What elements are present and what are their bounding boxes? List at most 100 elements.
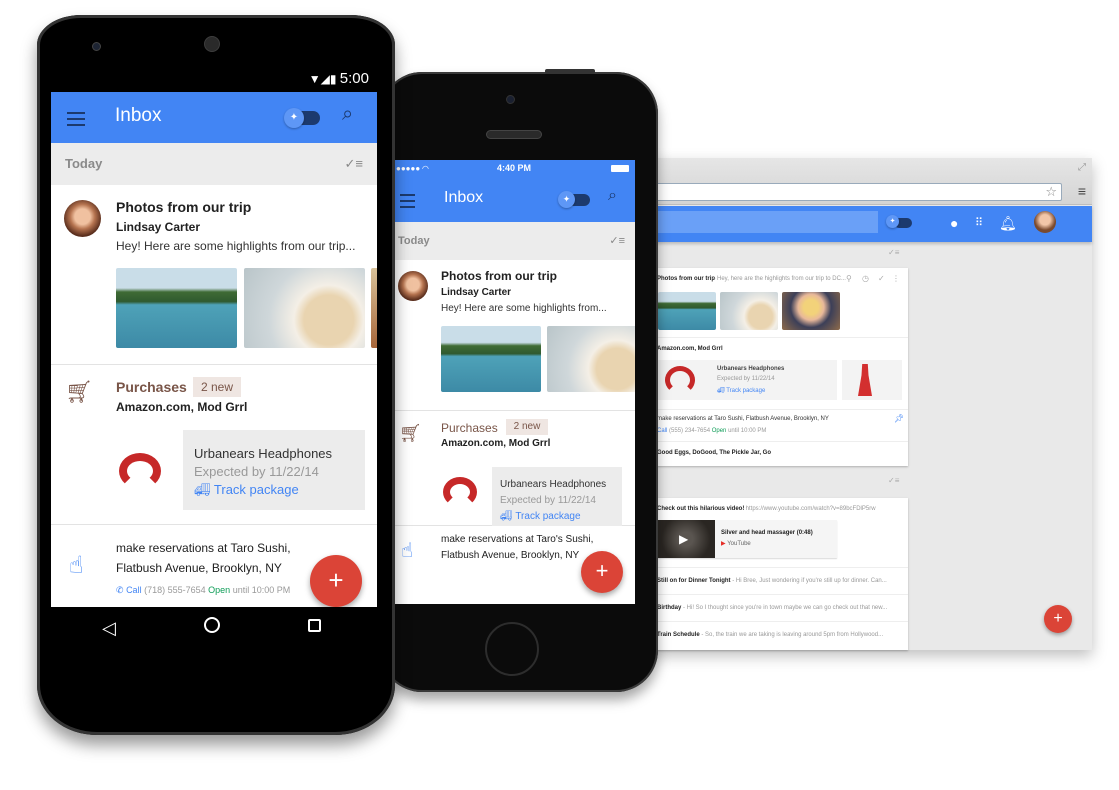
- purchases-bundle[interactable]: Amazon.com, Mod Grrl Urbanears Headphone…: [652, 338, 908, 410]
- phone-icon: ✆: [116, 585, 124, 595]
- android-screen: ▼◢▮ 5:00 Inbox ✦ ⌕ Today ✓≡ Photos from …: [51, 65, 377, 607]
- video-card[interactable]: ▶ Silver and head massager (0:48) ▶ YouT…: [657, 520, 837, 558]
- sender-avatar: [398, 271, 428, 301]
- sweep-check-icon[interactable]: ✓≡: [609, 222, 625, 260]
- track-package-link[interactable]: 🚚︎ Track package: [500, 511, 581, 522]
- email-item[interactable]: Birthday - Hi! So I thought since you're…: [652, 595, 908, 622]
- reminder-finger-icon: ☝︎: [69, 552, 84, 579]
- email-snippet: - Hi! So I thought since you're in town …: [681, 605, 888, 611]
- reminder-line1: make reservations at Taro's Sushi,: [441, 534, 594, 545]
- video-email-item[interactable]: Check out this hilarious video! - https:…: [652, 498, 908, 568]
- sweep-check-icon[interactable]: ✓≡: [888, 248, 899, 257]
- bookmark-star-icon[interactable]: ☆: [1045, 184, 1057, 200]
- package-card[interactable]: Urbanears Headphones Expected by 11/22/1…: [183, 430, 365, 510]
- package-name: Urbanears Headphones: [500, 479, 607, 490]
- home-nav-icon[interactable]: [204, 617, 220, 633]
- browser-menu-icon[interactable]: ≡: [1078, 183, 1086, 199]
- menu-icon[interactable]: [67, 112, 85, 126]
- photo-thumbnail[interactable]: [547, 326, 635, 392]
- track-package-link[interactable]: 🚚︎ Track package: [717, 387, 765, 394]
- open-status: Open: [208, 585, 231, 595]
- menu-icon[interactable]: [400, 194, 415, 208]
- back-nav-icon[interactable]: ◁: [102, 618, 116, 639]
- compose-fab[interactable]: +: [581, 551, 623, 593]
- section-header-today: Today ✓≡: [51, 143, 377, 185]
- sweep-check-icon[interactable]: ✓≡: [888, 476, 899, 485]
- photo-thumbnail[interactable]: [441, 326, 541, 392]
- email-sender: Lindsay Carter: [441, 287, 512, 298]
- pin-icon[interactable]: ⚲: [846, 274, 852, 283]
- section-label: Today: [398, 235, 430, 247]
- package-card[interactable]: Urbanears Headphones Expected by 11/22/1…: [657, 360, 837, 400]
- email-item[interactable]: Still on for Dinner Tonight - Hi Bree, J…: [652, 568, 908, 595]
- search-icon[interactable]: ⌕: [342, 103, 353, 126]
- apps-grid-icon[interactable]: ⠿: [975, 213, 983, 233]
- package-date: Expected by 11/22/14: [717, 376, 775, 382]
- email-subject: Still on for Dinner Tonight: [657, 578, 731, 584]
- video-link[interactable]: - https://www.youtube.com/watch?v=89bcFD…: [742, 506, 876, 512]
- compose-fab[interactable]: +: [310, 555, 362, 607]
- sweep-check-icon[interactable]: ✓≡: [345, 143, 363, 185]
- photo-thumbnail[interactable]: [371, 268, 377, 348]
- bundle-item[interactable]: Good Eggs, DoGood, The Pickle Jar, Go: [652, 442, 908, 466]
- browser-chrome: ⤢ ☆ ≡: [640, 158, 1092, 205]
- snooze-clock-icon[interactable]: ◷: [862, 274, 869, 283]
- reminder-item[interactable]: make reservations at Taro Sushi, Flatbus…: [652, 410, 908, 442]
- home-button[interactable]: [485, 622, 539, 676]
- email-snippet: – Hey, here are the highlights from our …: [712, 276, 846, 282]
- hours-text: until 10:00 PM: [232, 585, 291, 595]
- iphone-screen: ●●●●● ︎◠ 4:40 PM Inbox ✦ ⌕ Today ✓≡ Phot…: [393, 160, 635, 604]
- purchases-bundle[interactable]: 🛒︎ Purchases 2 new Amazon.com, Mod Grrl …: [51, 365, 377, 525]
- compose-fab[interactable]: +: [1044, 605, 1072, 633]
- reminder-call-line: ✆ Call (718) 555-7654 Open until 10:00 P…: [116, 585, 290, 596]
- photo-thumbnail[interactable]: [720, 292, 778, 330]
- pinned-toggle[interactable]: ✦: [284, 108, 320, 128]
- new-count-badge: 2 new: [506, 419, 548, 435]
- email-subject: Birthday: [657, 605, 682, 611]
- recents-nav-icon[interactable]: [308, 619, 321, 632]
- email-subject: Check out this hilarious video!: [657, 506, 745, 512]
- youtube-icon: ▶: [721, 541, 726, 547]
- photo-thumbnail[interactable]: [116, 268, 237, 348]
- hangouts-icon[interactable]: ●: [950, 213, 958, 233]
- dress-package-card[interactable]: [842, 360, 902, 400]
- bundle-senders: Amazon.com, Mod Grrl: [441, 438, 551, 449]
- email-subject: Photos from our trip: [657, 276, 715, 282]
- pinned-icon[interactable]: 📌︎: [894, 414, 904, 423]
- email-item[interactable]: Photos from our trip – Hey, here are the…: [652, 268, 908, 338]
- play-icon[interactable]: ▶: [679, 532, 688, 546]
- email-snippet: - Hi Bree, Just wondering if you're stil…: [730, 578, 887, 584]
- bundle-senders: Amazon.com, Mod Grrl: [657, 346, 723, 352]
- call-link[interactable]: Call: [657, 428, 667, 434]
- fullscreen-icon[interactable]: ⤢: [1078, 162, 1086, 173]
- notifications-bell-icon[interactable]: 🔔︎: [999, 213, 1017, 233]
- photo-thumbnail[interactable]: [782, 292, 840, 330]
- dress-image: [858, 364, 872, 396]
- email-item[interactable]: Train Schedule - So, the train we are ta…: [652, 622, 908, 649]
- wifi-signal-battery-icons: ▼◢▮: [308, 72, 340, 86]
- call-link[interactable]: Call: [126, 585, 142, 595]
- pin-icon: ✦: [886, 215, 899, 228]
- app-title: Inbox: [444, 189, 484, 206]
- truck-icon: 🚚︎: [194, 482, 211, 497]
- photo-thumbnail[interactable]: [244, 268, 365, 348]
- status-time: 4:40 PM: [496, 163, 531, 173]
- purchases-bundle[interactable]: 🛒︎ Purchases 2 new Amazon.com, Mod Grrl …: [393, 411, 635, 535]
- package-date: Expected by 11/22/14: [500, 495, 596, 506]
- more-options-icon[interactable]: ⋮: [892, 274, 900, 283]
- app-title: Inbox: [115, 105, 162, 126]
- email-item[interactable]: Photos from our trip Lindsay Carter Hey!…: [393, 260, 635, 411]
- package-card[interactable]: Urbanears Headphones Expected by 11/22/1…: [492, 467, 622, 535]
- photo-thumbnail[interactable]: [658, 292, 716, 330]
- done-check-icon[interactable]: ✓: [878, 274, 885, 283]
- email-item[interactable]: Photos from our trip Lindsay Carter Hey!…: [51, 185, 377, 365]
- account-avatar[interactable]: [1034, 211, 1056, 233]
- email-snippet: Hey! Here are some highlights from...: [441, 303, 607, 314]
- pinned-toggle[interactable]: ✦: [886, 215, 912, 229]
- track-package-link[interactable]: 🚚︎ Track package: [194, 482, 299, 498]
- search-icon[interactable]: ⌕: [608, 187, 617, 205]
- pinned-toggle[interactable]: ✦: [558, 191, 590, 208]
- address-bar[interactable]: ☆: [650, 183, 1062, 201]
- search-input[interactable]: [640, 211, 878, 233]
- app-bar: Inbox ✦ ⌕: [393, 177, 635, 222]
